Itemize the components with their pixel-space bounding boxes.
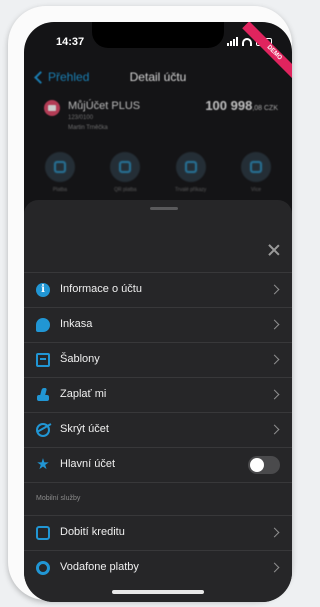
payment-icon — [45, 152, 75, 182]
account-menu: Informace o účtu Inkasa Šablony Zaplať m… — [24, 272, 292, 585]
menu-item-label: Hlavní účet — [60, 458, 116, 470]
templates-icon — [36, 353, 50, 367]
phone-frame: 14:37 Přehled Detail účtu DEMO MůjÚčet P… — [8, 6, 292, 602]
action-qr[interactable]: QR platba — [103, 152, 147, 196]
menu-item-hide-account[interactable]: Skrýt účet — [24, 412, 292, 447]
nav-bar: Přehled Detail účtu — [24, 68, 292, 90]
account-number: 123/0100 — [68, 115, 94, 121]
toggle-knob — [250, 458, 264, 472]
status-time: 14:37 — [56, 36, 85, 48]
action-label: Více — [250, 187, 261, 193]
action-more[interactable]: Více — [234, 152, 278, 196]
menu-item-label: Dobití kreditu — [60, 526, 125, 538]
more-icon — [240, 152, 271, 182]
account-balance: 100 998,08 CZK — [205, 98, 278, 113]
menu-item-topup[interactable]: Dobití kreditu — [24, 515, 292, 550]
bottom-sheet: Informace o účtu Inkasa Šablony Zaplať m… — [24, 200, 292, 602]
repeat-icon — [175, 152, 206, 182]
section-title: Mobilní služby — [36, 495, 81, 502]
action-label: Platba — [52, 187, 68, 193]
menu-item-main-account: ★ Hlavní účet — [24, 447, 292, 482]
chevron-right-icon — [269, 527, 280, 538]
sheet-drag-handle[interactable] — [150, 207, 178, 210]
menu-item-vodafone[interactable]: Vodafone platby — [24, 550, 292, 585]
menu-item-inkasa[interactable]: Inkasa — [24, 307, 292, 342]
home-indicator[interactable] — [112, 590, 204, 594]
action-label: Trvalé příkazy — [175, 187, 207, 193]
request-payment-icon — [36, 388, 50, 402]
section-header-mobile-services: Mobilní služby — [24, 482, 292, 515]
menu-item-account-info[interactable]: Informace o účtu — [24, 272, 292, 307]
balance-main: 100 998 — [205, 98, 253, 113]
page-title: Detail účtu — [129, 70, 187, 84]
balance-decimal: ,08 CZK — [252, 105, 278, 112]
menu-item-templates[interactable]: Šablony — [24, 342, 292, 377]
vodafone-icon — [36, 561, 50, 575]
chevron-right-icon — [269, 284, 280, 295]
chevron-right-icon — [269, 424, 280, 435]
action-label: QR platba — [114, 187, 137, 193]
chevron-right-icon — [269, 354, 280, 365]
main-account-toggle[interactable] — [248, 456, 280, 474]
action-payment[interactable]: Platba — [38, 152, 82, 196]
inkaso-icon — [36, 318, 50, 332]
chevron-right-icon — [269, 562, 280, 573]
account-logo-icon — [44, 100, 60, 116]
qr-icon — [110, 152, 141, 182]
menu-item-label: Šablony — [60, 353, 100, 365]
chevron-right-icon — [269, 389, 280, 400]
star-icon: ★ — [36, 456, 50, 473]
account-name: MůjÚčet PLUS — [68, 100, 141, 112]
phone-icon — [36, 526, 50, 540]
menu-item-label: Vodafone platby — [60, 561, 139, 573]
account-summary: MůjÚčet PLUS 123/0100 Martin Trněčka 100… — [44, 98, 278, 144]
menu-item-label: Zaplať mi — [60, 388, 107, 400]
menu-item-label: Skrýt účet — [60, 423, 109, 435]
menu-item-label: Inkasa — [60, 318, 93, 330]
chevron-right-icon — [269, 319, 280, 330]
action-standing-orders[interactable]: Trvalé příkazy — [169, 152, 213, 196]
account-owner: Martin Trněčka — [68, 125, 108, 131]
signal-icon — [227, 37, 238, 46]
info-icon — [36, 283, 50, 297]
quick-actions: Platba QR platba Trvalé příkazy Více — [38, 152, 278, 196]
wifi-icon — [242, 37, 252, 46]
hide-eye-icon — [36, 423, 50, 437]
menu-item-request-payment[interactable]: Zaplať mi — [24, 377, 292, 412]
menu-item-label: Informace o účtu — [60, 283, 142, 295]
close-icon[interactable] — [268, 244, 280, 256]
app-screen: 14:37 Přehled Detail účtu DEMO MůjÚčet P… — [24, 22, 292, 602]
